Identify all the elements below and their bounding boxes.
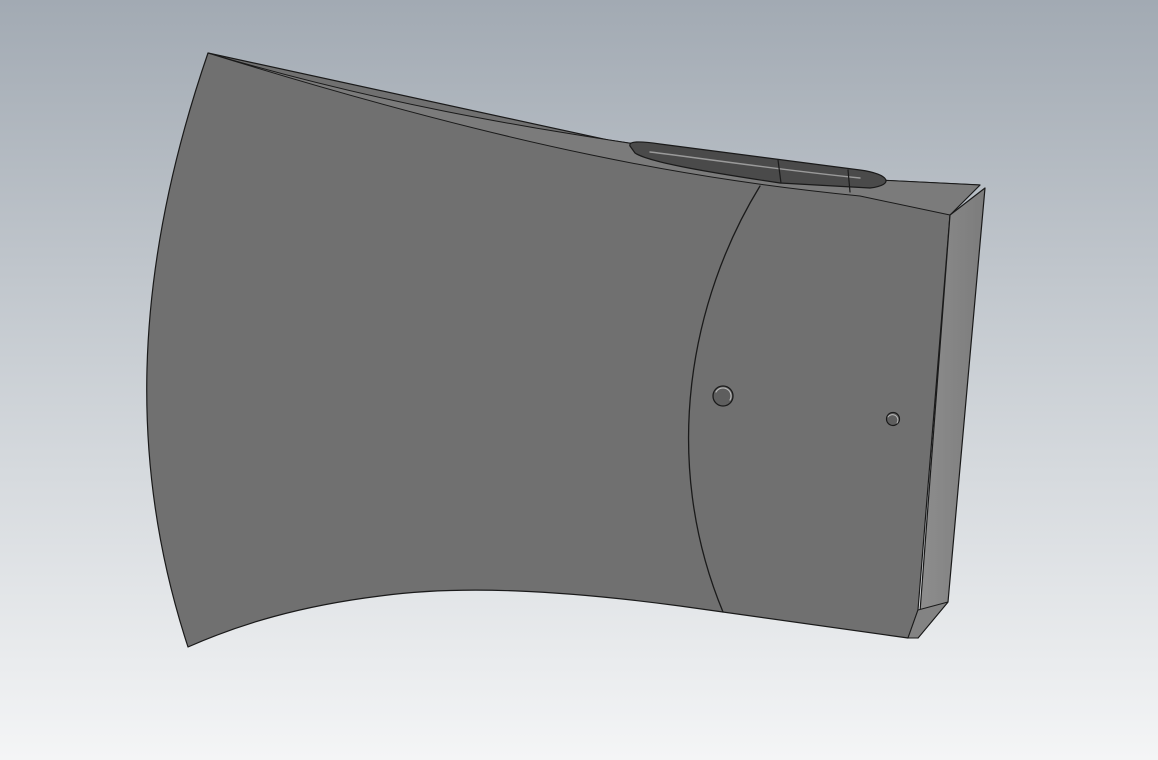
- mounting-hole-small: [885, 411, 901, 427]
- mounting-hole-large: [712, 385, 734, 407]
- cad-3d-viewport[interactable]: [0, 0, 1158, 760]
- axe-head-model-view[interactable]: [0, 0, 1158, 760]
